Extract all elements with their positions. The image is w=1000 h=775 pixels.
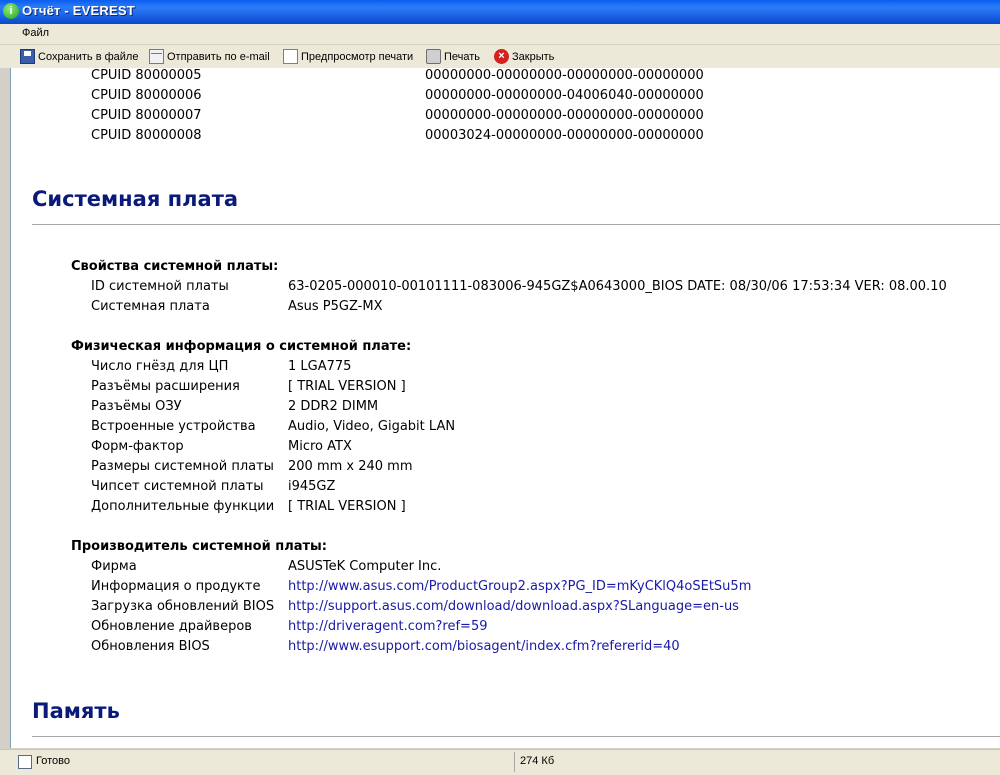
title-bar[interactable]: i Отчёт - EVEREST bbox=[0, 0, 1000, 24]
save-to-file-label: Сохранить в файле bbox=[38, 50, 139, 63]
property-label: Фирма bbox=[91, 559, 137, 574]
bios-download-link[interactable]: http://support.asus.com/download/downloa… bbox=[288, 599, 739, 614]
property-label: Размеры системной платы bbox=[91, 459, 274, 474]
property-value: Audio, Video, Gigabit LAN bbox=[288, 419, 456, 434]
cpuid-label: CPUID 80000006 bbox=[91, 88, 202, 103]
document-icon bbox=[18, 755, 32, 769]
send-email-button[interactable]: Отправить по e-mail bbox=[149, 48, 270, 65]
property-label: Дополнительные функции bbox=[91, 499, 275, 514]
group-title-physical: Физическая информация о системной плате: bbox=[71, 339, 412, 354]
property-value: ASUSTeK Computer Inc. bbox=[288, 559, 442, 574]
property-label: Обновление драйверов bbox=[91, 619, 252, 634]
property-label: Число гнёзд для ЦП bbox=[91, 359, 229, 374]
cpuid-label: CPUID 80000007 bbox=[91, 108, 202, 123]
bios-update-link[interactable]: http://www.esupport.com/biosagent/index.… bbox=[288, 639, 680, 654]
cpuid-label: CPUID 80000005 bbox=[91, 68, 202, 83]
status-text: Готово bbox=[36, 755, 70, 767]
menu-bar: Файл bbox=[0, 24, 1000, 45]
close-label: Закрыть bbox=[512, 50, 555, 63]
report-content[interactable]: CPUID 80000005 00000000-00000000-0000000… bbox=[10, 68, 1000, 748]
driver-update-link[interactable]: http://driveragent.com?ref=59 bbox=[288, 619, 488, 634]
printer-icon bbox=[426, 49, 441, 64]
email-icon bbox=[149, 49, 164, 64]
cpuid-value: 00000000-00000000-00000000-00000000 bbox=[425, 68, 704, 83]
close-icon: × bbox=[494, 49, 509, 64]
property-label: Разъёмы расширения bbox=[91, 379, 240, 394]
property-label: Загрузка обновлений BIOS bbox=[91, 599, 275, 614]
property-value: Asus P5GZ-MX bbox=[288, 299, 383, 314]
property-value: [ TRIAL VERSION ] bbox=[288, 499, 406, 514]
group-title-manufacturer: Производитель системной платы: bbox=[71, 539, 327, 554]
print-preview-label: Предпросмотр печати bbox=[301, 50, 414, 63]
app-info-icon: i bbox=[3, 3, 19, 19]
section-title-memory: Память bbox=[32, 699, 120, 723]
cpuid-label: CPUID 80000008 bbox=[91, 128, 202, 143]
cpuid-value: 00000000-00000000-00000000-00000000 bbox=[425, 108, 704, 123]
print-label: Печать bbox=[444, 50, 481, 63]
window-title: Отчёт - EVEREST bbox=[22, 3, 135, 18]
menu-file[interactable]: Файл bbox=[22, 27, 49, 39]
property-value: Micro ATX bbox=[288, 439, 352, 454]
floppy-disk-icon bbox=[20, 49, 35, 64]
toolbar: Сохранить в файле Отправить по e-mail Пр… bbox=[0, 45, 1000, 69]
property-label: Форм-фактор bbox=[91, 439, 184, 454]
cpuid-value: 00003024-00000000-00000000-00000000 bbox=[425, 128, 704, 143]
section-title-motherboard: Системная плата bbox=[32, 187, 239, 211]
print-preview-button[interactable]: Предпросмотр печати bbox=[283, 48, 413, 65]
section-divider bbox=[32, 736, 1000, 737]
property-label: Информация о продукте bbox=[91, 579, 261, 594]
send-email-label: Отправить по e-mail bbox=[167, 50, 270, 63]
status-bar: Готово 274 Кб bbox=[0, 749, 1000, 775]
report-size: 274 Кб bbox=[520, 755, 555, 767]
property-label: Чипсет системной платы bbox=[91, 479, 264, 494]
close-button[interactable]: × Закрыть bbox=[494, 48, 554, 65]
print-button[interactable]: Печать bbox=[426, 48, 480, 65]
status-separator bbox=[514, 752, 515, 772]
property-label: Системная плата bbox=[91, 299, 210, 314]
property-value: 63-0205-000010-00101111-083006-945GZ$A06… bbox=[288, 279, 947, 294]
property-value: [ TRIAL VERSION ] bbox=[288, 379, 406, 394]
property-label: ID системной платы bbox=[91, 279, 229, 294]
group-title-properties: Свойства системной платы: bbox=[71, 259, 279, 274]
save-to-file-button[interactable]: Сохранить в файле bbox=[20, 48, 138, 65]
property-value: 2 DDR2 DIMM bbox=[288, 399, 379, 414]
property-label: Разъёмы ОЗУ bbox=[91, 399, 182, 414]
left-frame bbox=[0, 68, 10, 748]
property-label: Встроенные устройства bbox=[91, 419, 256, 434]
cpuid-value: 00000000-00000000-04006040-00000000 bbox=[425, 88, 704, 103]
product-info-link[interactable]: http://www.asus.com/ProductGroup2.aspx?P… bbox=[288, 579, 751, 594]
property-value: i945GZ bbox=[288, 479, 336, 494]
property-value: 200 mm x 240 mm bbox=[288, 459, 413, 474]
property-value: 1 LGA775 bbox=[288, 359, 352, 374]
property-label: Обновления BIOS bbox=[91, 639, 210, 654]
section-divider bbox=[32, 224, 1000, 225]
print-preview-icon bbox=[283, 49, 298, 64]
